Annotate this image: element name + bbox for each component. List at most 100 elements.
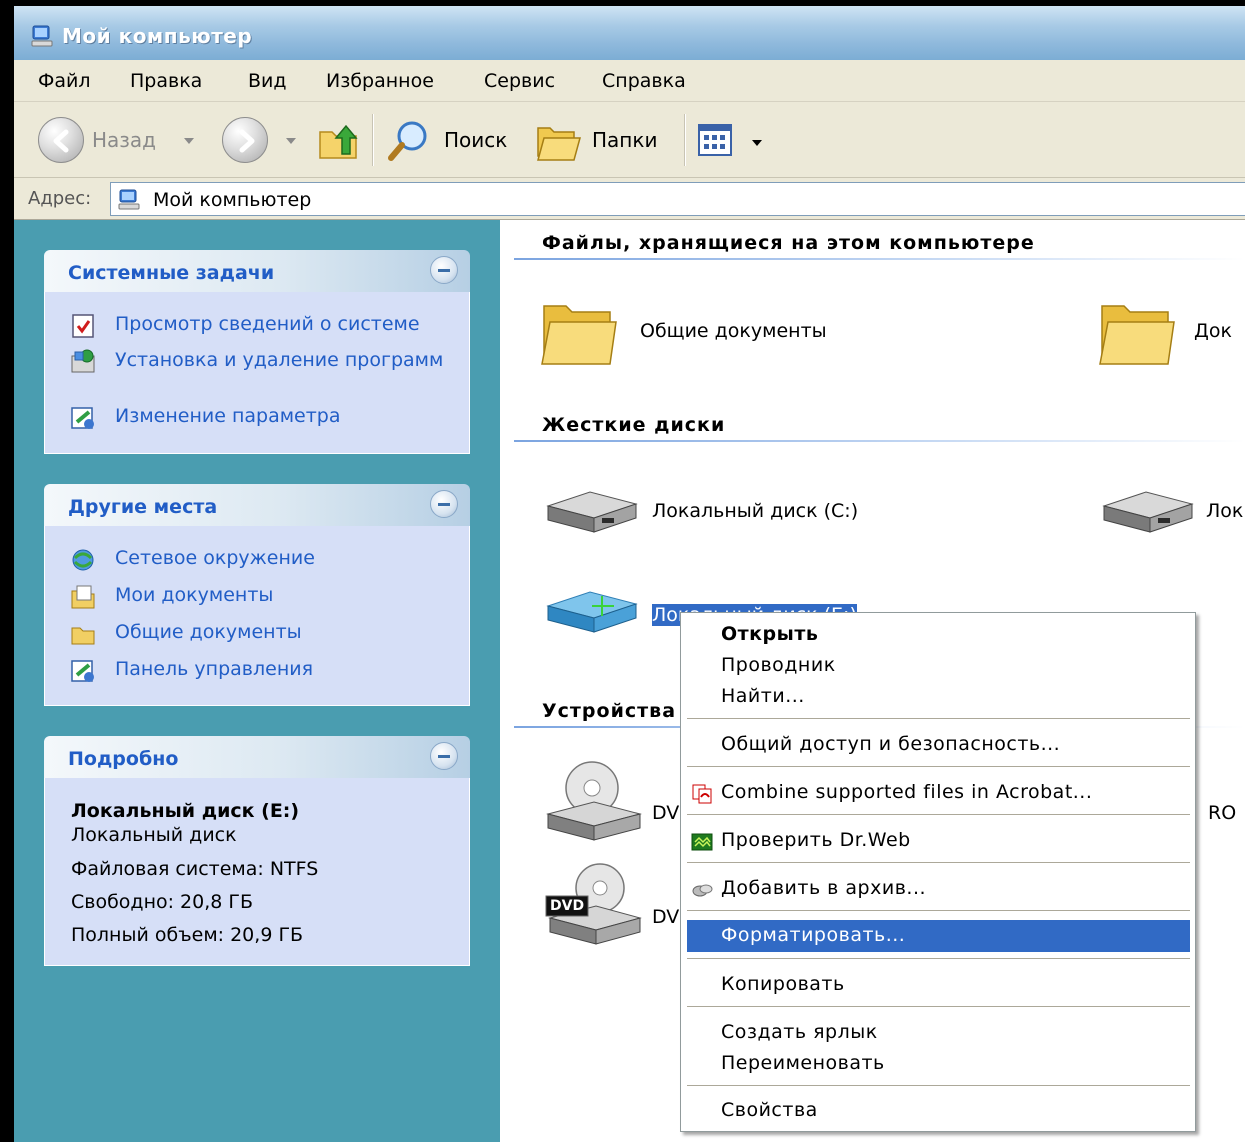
task-label: Установка и удаление программ bbox=[115, 349, 444, 371]
hard-disk-icon bbox=[546, 491, 638, 533]
documents-item[interactable]: Док bbox=[1096, 296, 1232, 372]
dvd-drive-1-item[interactable]: DVD RO bbox=[544, 758, 1236, 846]
menu-favorites[interactable]: Избранное bbox=[326, 70, 434, 92]
archive-icon bbox=[692, 884, 713, 897]
dvd-drive-2-item[interactable]: DVD DVD bbox=[544, 860, 694, 952]
control-panel-icon bbox=[71, 660, 94, 682]
menu-item-copy[interactable]: Копировать bbox=[681, 969, 1195, 1001]
menu-help[interactable]: Справка bbox=[602, 70, 686, 92]
details-filesystem: Файловая система: NTFS bbox=[71, 858, 319, 880]
menu-bar: Файл Правка Вид Избранное Сервис Справка bbox=[14, 60, 1245, 102]
menu-separator bbox=[687, 910, 1190, 911]
search-icon[interactable] bbox=[386, 118, 432, 168]
address-label: Адрес: bbox=[28, 188, 92, 209]
details-header[interactable]: Подробно bbox=[44, 736, 470, 778]
disk-c-item[interactable]: Локальный диск (C:) bbox=[544, 488, 858, 540]
menu-separator bbox=[687, 1085, 1190, 1086]
menu-item-create-shortcut[interactable]: Создать ярлык bbox=[681, 1017, 1195, 1049]
menu-item-label: Combine supported files in Acrobat... bbox=[721, 781, 1093, 803]
disk-d-item[interactable]: Лок bbox=[1100, 488, 1243, 540]
menu-item-format[interactable]: Форматировать... bbox=[687, 920, 1190, 952]
back-label[interactable]: Назад bbox=[92, 128, 156, 152]
shared-documents-item[interactable]: Общие документы bbox=[538, 296, 827, 372]
collapse-icon[interactable] bbox=[430, 256, 458, 284]
address-value: Мой компьютер bbox=[153, 189, 312, 211]
menu-item-rename[interactable]: Переименовать bbox=[681, 1048, 1195, 1080]
address-field[interactable]: Мой компьютер bbox=[110, 182, 1245, 216]
search-label[interactable]: Поиск bbox=[444, 128, 507, 152]
system-info-icon bbox=[72, 314, 94, 338]
forward-arrow-icon bbox=[239, 129, 255, 153]
add-remove-programs-icon bbox=[71, 349, 95, 373]
task-label: Просмотр сведений о системе bbox=[115, 313, 420, 335]
menu-item-sharing[interactable]: Общий доступ и безопасность... bbox=[681, 729, 1195, 761]
toolbar-separator bbox=[684, 114, 686, 166]
menu-view[interactable]: Вид bbox=[248, 70, 287, 92]
toolbar-separator bbox=[372, 114, 374, 166]
menu-item-drweb[interactable]: Проверить Dr.Web bbox=[681, 825, 1195, 857]
other-places-title: Другие места bbox=[68, 496, 218, 518]
back-dropdown-icon[interactable] bbox=[184, 138, 194, 144]
views-dropdown-icon[interactable] bbox=[752, 140, 762, 146]
menu-item-properties[interactable]: Свойства bbox=[681, 1095, 1195, 1127]
item-label-partial: RO bbox=[1208, 802, 1237, 824]
my-documents-icon bbox=[71, 585, 95, 609]
folders-label[interactable]: Папки bbox=[592, 128, 657, 152]
menu-separator bbox=[687, 766, 1190, 767]
collapse-icon[interactable] bbox=[430, 742, 458, 770]
item-label: Локальный диск (C:) bbox=[652, 500, 859, 522]
details-type: Локальный диск bbox=[71, 824, 237, 846]
back-arrow-icon bbox=[53, 129, 69, 153]
section-devices-heading: Устройства bbox=[542, 700, 677, 722]
menu-separator bbox=[687, 862, 1190, 863]
hard-disk-selected-icon bbox=[546, 591, 638, 633]
views-icon[interactable] bbox=[698, 124, 738, 162]
my-computer-icon bbox=[117, 189, 141, 215]
section-divider bbox=[514, 440, 1245, 442]
other-places-header[interactable]: Другие места bbox=[44, 484, 470, 526]
title-bar[interactable]: Мой компьютер bbox=[14, 6, 1245, 60]
toolbar: Назад Поиск Папки bbox=[14, 102, 1245, 178]
place-label: Панель управления bbox=[115, 658, 314, 680]
address-bar: Адрес: Мой компьютер bbox=[14, 178, 1245, 220]
window-title: Мой компьютер bbox=[62, 24, 253, 48]
menu-item-open[interactable]: Открыть bbox=[681, 619, 1195, 651]
details-name: Локальный диск (E:) bbox=[71, 800, 300, 822]
menu-separator bbox=[687, 718, 1190, 719]
dvd-badge: DVD bbox=[550, 898, 585, 914]
menu-item-label: Проверить Dr.Web bbox=[721, 829, 911, 851]
place-label: Общие документы bbox=[115, 621, 302, 643]
item-label: Док bbox=[1194, 320, 1232, 342]
system-tasks-header[interactable]: Системные задачи bbox=[44, 250, 470, 292]
folders-icon[interactable] bbox=[534, 120, 584, 168]
menu-item-explorer[interactable]: Проводник bbox=[681, 650, 1195, 682]
menu-item-label: Найти... bbox=[721, 685, 805, 707]
back-button[interactable] bbox=[38, 117, 84, 163]
menu-item-label: Общий доступ и безопасность... bbox=[721, 733, 1061, 755]
hard-disk-icon bbox=[1102, 491, 1194, 533]
menu-separator bbox=[687, 814, 1190, 815]
menu-item-find[interactable]: Найти... bbox=[681, 681, 1195, 713]
menu-item-label: Переименовать bbox=[721, 1052, 885, 1074]
collapse-icon[interactable] bbox=[430, 490, 458, 518]
disk-e-item[interactable]: Локальный диск (E:) bbox=[544, 588, 857, 644]
system-tasks-body: Просмотр сведений о системе Установка и … bbox=[44, 292, 470, 454]
up-folder-icon[interactable] bbox=[314, 116, 362, 168]
place-label: Сетевое окружение bbox=[115, 547, 315, 569]
forward-dropdown-icon[interactable] bbox=[286, 138, 296, 144]
menu-item-label: Проводник bbox=[721, 654, 836, 676]
menu-tools[interactable]: Сервис bbox=[484, 70, 555, 92]
drweb-icon bbox=[691, 833, 713, 851]
folder-icon bbox=[71, 627, 95, 645]
menu-item-add-to-archive[interactable]: Добавить в архив... bbox=[681, 873, 1195, 905]
menu-file[interactable]: Файл bbox=[38, 70, 91, 92]
section-divider bbox=[514, 258, 1245, 260]
menu-item-acrobat[interactable]: Combine supported files in Acrobat... bbox=[681, 777, 1195, 809]
menu-edit[interactable]: Правка bbox=[130, 70, 202, 92]
forward-button[interactable] bbox=[222, 117, 268, 163]
details-free-space: Свободно: 20,8 ГБ bbox=[71, 891, 254, 913]
details-title: Подробно bbox=[68, 748, 179, 770]
section-files-heading: Файлы, хранящиеся на этом компьютере bbox=[542, 232, 1035, 254]
place-label: Мои документы bbox=[115, 584, 274, 606]
task-pane: Системные задачи Просмотр сведений о сис… bbox=[14, 220, 500, 1142]
